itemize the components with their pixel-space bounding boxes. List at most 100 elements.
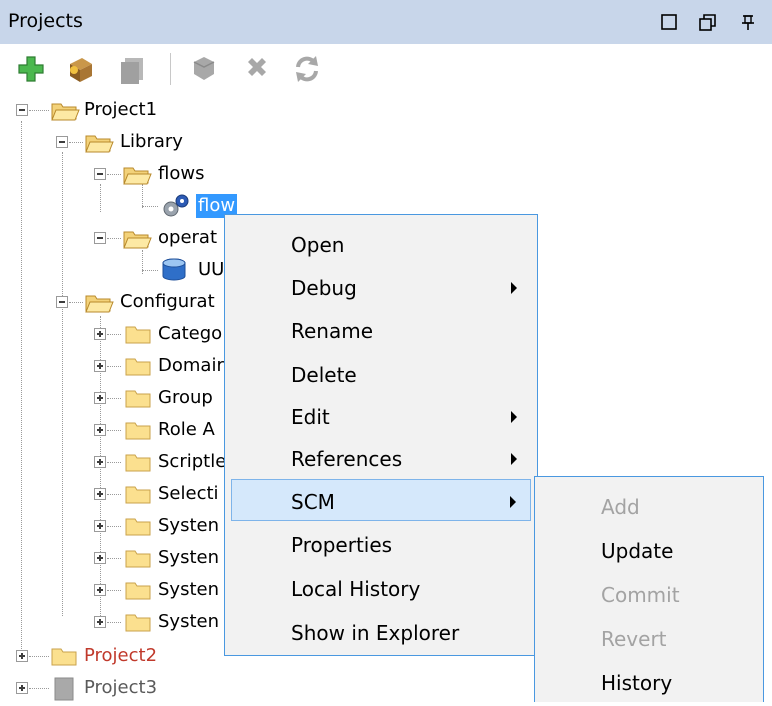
tree-label: Systen [158, 515, 219, 536]
tree-node-project3[interactable]: Project3 [0, 674, 400, 704]
menu-item-edit[interactable]: Edit [225, 395, 537, 437]
menu-item-open[interactable]: Open [225, 223, 537, 265]
menu-item-label: Delete [291, 363, 357, 387]
tree-label: Library [120, 131, 183, 152]
submenu-arrow-icon [511, 453, 517, 465]
menu-item-scm[interactable]: SCM [231, 479, 531, 521]
folder-icon [124, 579, 152, 605]
menu-item-label: Local History [291, 577, 421, 601]
submenu-arrow-icon [511, 282, 517, 294]
menu-item-rename[interactable]: Rename [225, 309, 537, 351]
menu-item-label: Commit [601, 583, 680, 607]
tree-node-library[interactable]: Library [0, 128, 400, 158]
copy-icon[interactable] [116, 52, 150, 86]
menu-item-label: Edit [291, 405, 330, 429]
toolbar-separator [170, 53, 171, 85]
maximize-icon[interactable] [660, 13, 678, 35]
folder-icon [50, 645, 78, 671]
menu-item-references[interactable]: References [225, 437, 537, 479]
folder-icon [124, 419, 152, 445]
menu-item-label: Open [291, 233, 345, 257]
tree-label: Systen [158, 547, 219, 568]
delete-icon[interactable] [240, 52, 274, 86]
expand-icon[interactable] [94, 392, 106, 404]
expand-icon[interactable] [16, 650, 28, 662]
expand-icon[interactable] [94, 360, 106, 372]
submenu-item-update[interactable]: Update [535, 529, 763, 571]
folder-open-icon [50, 99, 80, 125]
import-icon[interactable] [64, 52, 98, 86]
menu-item-delete[interactable]: Delete [225, 353, 537, 395]
folder-icon [124, 611, 152, 637]
menu-item-local-history[interactable]: Local History [225, 567, 537, 609]
context-menu: Open Debug Rename Delete Edit References… [224, 214, 538, 656]
operation-cylinder-icon [160, 257, 190, 287]
menu-item-show-in-explorer[interactable]: Show in Explorer [225, 611, 537, 653]
menu-item-label: Show in Explorer [291, 621, 460, 645]
collapse-icon[interactable] [56, 136, 68, 148]
expand-icon[interactable] [94, 520, 106, 532]
expand-icon[interactable] [94, 552, 106, 564]
refresh-icon[interactable] [290, 52, 324, 86]
toolbar [0, 44, 772, 94]
tree-label: Project2 [84, 645, 158, 666]
submenu-item-commit[interactable]: Commit [535, 573, 763, 615]
panel-titlebar: Projects [0, 0, 772, 44]
collapse-icon[interactable] [16, 104, 28, 116]
folder-open-icon [122, 227, 152, 253]
folder-open-icon [84, 291, 114, 317]
collapse-icon[interactable] [56, 296, 68, 308]
collapse-icon[interactable] [94, 232, 106, 244]
tree-label: Project1 [84, 99, 158, 120]
folder-open-icon [122, 163, 152, 189]
folder-icon [124, 483, 152, 509]
expand-icon[interactable] [94, 488, 106, 500]
submenu-item-add[interactable]: Add [535, 485, 763, 527]
menu-item-label: Debug [291, 276, 357, 300]
tree-label: UU [198, 259, 225, 280]
tree-label: Configurat [120, 291, 215, 312]
expand-icon[interactable] [16, 682, 28, 694]
restore-icon[interactable] [698, 13, 718, 35]
tree-label: flows [158, 163, 205, 184]
expand-icon[interactable] [94, 424, 106, 436]
expand-icon[interactable] [94, 328, 106, 340]
menu-item-label: Add [601, 495, 640, 519]
menu-item-label: References [291, 447, 403, 471]
collapse-icon[interactable] [94, 168, 106, 180]
tree-node-flows[interactable]: flows [0, 160, 400, 190]
menu-item-label: Revert [601, 627, 667, 651]
tree-label: Catego [158, 323, 223, 344]
tree-label: Selecti [158, 483, 219, 504]
submenu-arrow-icon [510, 496, 516, 508]
tree-label: operat [158, 227, 218, 248]
tree-label: Project3 [84, 677, 158, 698]
submenu-item-history[interactable]: History [535, 661, 763, 703]
expand-icon[interactable] [94, 584, 106, 596]
tree-node-project1[interactable]: Project1 [0, 96, 400, 126]
tree-label: Scriptle [158, 451, 227, 472]
scm-icon[interactable] [186, 52, 220, 86]
flow-gear-icon [160, 193, 192, 223]
folder-icon [124, 515, 152, 541]
tree-label: Domair [158, 355, 224, 376]
tree-label: Role A [158, 419, 215, 440]
menu-item-label: Rename [291, 319, 374, 343]
expand-icon[interactable] [94, 616, 106, 628]
submenu-item-revert[interactable]: Revert [535, 617, 763, 659]
folder-icon [124, 451, 152, 477]
submenu-arrow-icon [511, 411, 517, 423]
tree-label: Systen [158, 579, 219, 600]
add-icon[interactable] [14, 52, 48, 86]
expand-icon[interactable] [94, 456, 106, 468]
menu-item-label: History [601, 671, 673, 695]
folder-icon [124, 387, 152, 413]
pin-icon[interactable] [740, 13, 756, 35]
tree-label: Systen [158, 611, 219, 632]
folder-icon [124, 547, 152, 573]
menu-item-label: Properties [291, 533, 393, 557]
menu-item-debug[interactable]: Debug [225, 266, 537, 308]
scm-submenu: Add Update Commit Revert History [534, 476, 764, 702]
menu-item-properties[interactable]: Properties [225, 523, 537, 565]
folder-icon [124, 323, 152, 349]
